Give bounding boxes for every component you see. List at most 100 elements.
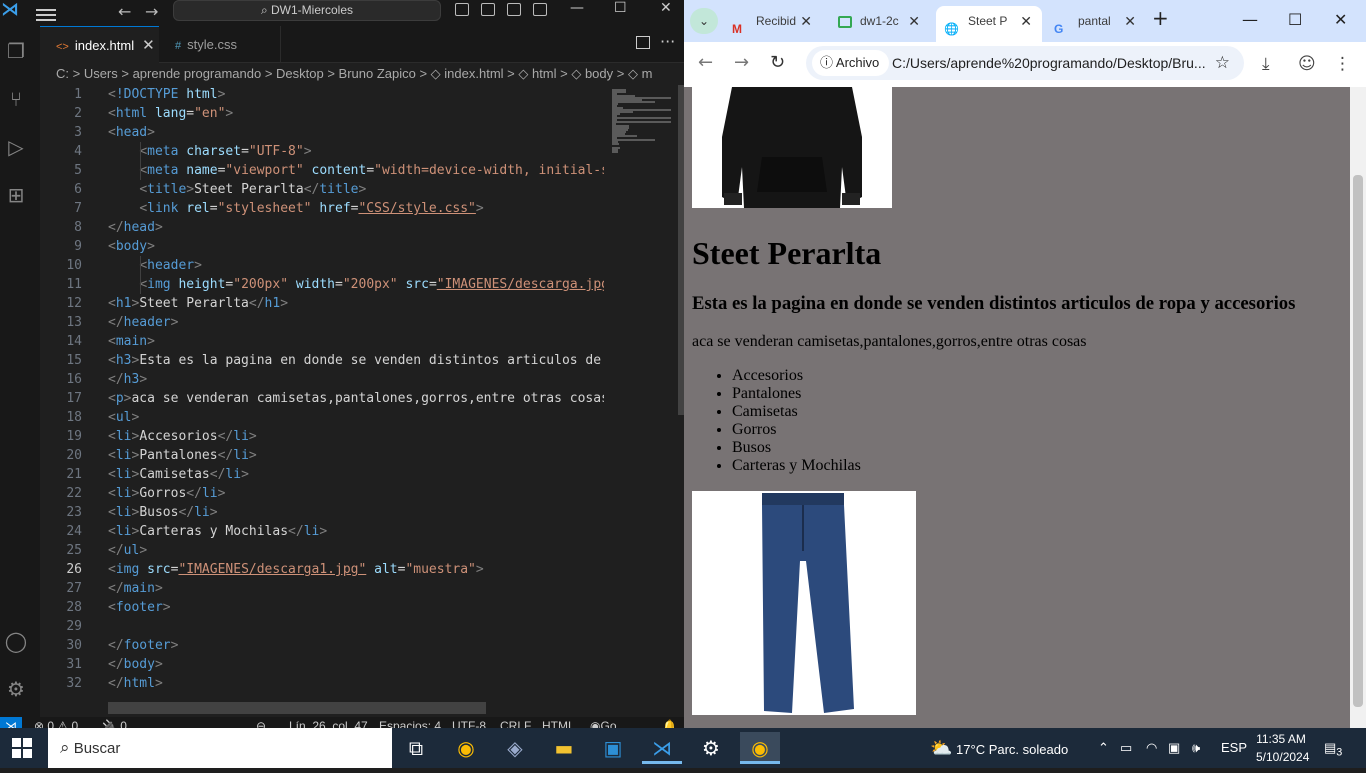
- chrome-tab-google[interactable]: Gpantal ✕: [1046, 6, 1146, 36]
- toggle-secondary-sidebar-icon[interactable]: [507, 3, 521, 16]
- chrome-tab-steet[interactable]: 🌐 Steet P ✕: [936, 6, 1042, 42]
- chrome-menu-icon[interactable]: ⋮: [1334, 54, 1351, 74]
- cursor-position[interactable]: Lín. 26, col. 47: [289, 717, 368, 728]
- remote-indicator-icon[interactable]: ⋊: [0, 717, 22, 728]
- control-panel-icon[interactable]: ▣: [593, 732, 633, 764]
- code-line[interactable]: 24 <li>Carteras y Mochilas</li>: [40, 522, 604, 541]
- taskbar-search[interactable]: ⌕ Buscar: [48, 728, 392, 768]
- code-line[interactable]: 29: [40, 617, 604, 636]
- toggle-panel-icon[interactable]: [481, 3, 495, 16]
- close-icon[interactable]: ✕: [660, 0, 672, 16]
- language-mode[interactable]: HTML: [542, 717, 575, 728]
- code-line[interactable]: 15 <h3>Esta es la pagina en donde se vend…: [40, 351, 604, 370]
- code-line[interactable]: 9 <body>: [40, 237, 604, 256]
- close-tab-icon[interactable]: ✕: [1124, 6, 1136, 36]
- code-line[interactable]: 11 <img height="200px" width="200px" src…: [40, 275, 604, 294]
- back-arrow-icon[interactable]: ←: [698, 52, 713, 73]
- wifi-icon[interactable]: ◠: [1146, 728, 1157, 768]
- code-line[interactable]: 20 <li>Pantalones</li>: [40, 446, 604, 465]
- close-tab-icon[interactable]: ✕: [1020, 6, 1032, 36]
- tab-search-chevron-icon[interactable]: ⌄: [690, 8, 718, 34]
- page-scroll-thumb[interactable]: [1353, 175, 1363, 707]
- problems-count[interactable]: ⊗ 0 ⚠ 0: [34, 717, 78, 728]
- app-taskbar-icon[interactable]: ◈: [495, 732, 535, 764]
- network-icon[interactable]: ▣: [1168, 728, 1180, 768]
- maximize-icon[interactable]: ☐: [1288, 10, 1302, 29]
- close-icon[interactable]: ✕: [1334, 10, 1347, 29]
- tab-index-html[interactable]: <> index.html ✕: [40, 26, 159, 63]
- code-line[interactable]: 14 <main>: [40, 332, 604, 351]
- chrome-running-taskbar-icon[interactable]: ◉: [740, 732, 780, 764]
- code-line[interactable]: 17 <p>aca se venderan camisetas,pantalone…: [40, 389, 604, 408]
- tray-chevron-icon[interactable]: ⌃: [1098, 728, 1109, 768]
- code-line[interactable]: 16 </h3>: [40, 370, 604, 389]
- battery-icon[interactable]: ▭: [1120, 728, 1132, 768]
- volume-icon[interactable]: 🕪: [1192, 728, 1200, 768]
- code-line[interactable]: 26 <img src="IMAGENES/descarga1.jpg" alt=…: [40, 560, 604, 579]
- vscode-taskbar-icon[interactable]: ⋊: [642, 732, 682, 764]
- code-line[interactable]: 31 </body>: [40, 655, 604, 674]
- weather-widget[interactable]: ⛅ 17°C Parc. soleado: [930, 728, 1068, 768]
- site-info-chip[interactable]: ⓘ Archivo: [812, 50, 890, 76]
- forward-arrow-icon[interactable]: →: [734, 52, 749, 73]
- split-editor-icon[interactable]: [636, 36, 650, 49]
- code-line[interactable]: 25 </ul>: [40, 541, 604, 560]
- more-actions-icon[interactable]: ···: [660, 32, 675, 51]
- code-line[interactable]: 19 <li>Accesorios</li>: [40, 427, 604, 446]
- language-indicator[interactable]: ESP: [1221, 728, 1247, 768]
- chrome-tab-gmail[interactable]: M Recibid ✕: [724, 6, 822, 36]
- download-icon[interactable]: ⤓: [1262, 54, 1270, 74]
- indentation[interactable]: Espacios: 4: [379, 717, 441, 728]
- encoding[interactable]: UTF-8: [452, 717, 486, 728]
- run-debug-icon[interactable]: ▷: [4, 135, 28, 159]
- url-text[interactable]: C:/Users/aprende%20programando/Desktop/B…: [892, 46, 1212, 80]
- clock[interactable]: 11:35 AM 5/10/2024: [1256, 730, 1309, 766]
- customize-layout-icon[interactable]: [533, 3, 547, 16]
- minimap[interactable]: [604, 85, 678, 702]
- code-line[interactable]: 5 <meta name="viewport" content="width=d…: [40, 161, 604, 180]
- back-arrow-icon[interactable]: ←: [118, 2, 131, 21]
- code-line[interactable]: 2 <html lang="en">: [40, 104, 604, 123]
- maximize-icon[interactable]: ☐: [614, 0, 627, 16]
- code-line[interactable]: 8 </head>: [40, 218, 604, 237]
- windows-start-icon[interactable]: [12, 738, 32, 758]
- settings-gear-icon[interactable]: ⚙: [4, 677, 28, 701]
- notification-center-icon[interactable]: ▤3: [1324, 728, 1342, 773]
- chrome-tab-classroom[interactable]: dw1-2c ✕: [830, 6, 930, 36]
- code-line[interactable]: 22 <li>Gorros</li>: [40, 484, 604, 503]
- code-line[interactable]: 4 <meta charset="UTF-8">: [40, 142, 604, 161]
- code-line[interactable]: 1 <!DOCTYPE html>: [40, 85, 604, 104]
- code-line[interactable]: 27 </main>: [40, 579, 604, 598]
- code-line[interactable]: 13 </header>: [40, 313, 604, 332]
- code-line[interactable]: 28 <footer>: [40, 598, 604, 617]
- go-live-button[interactable]: ◉ Go Live: [590, 717, 617, 728]
- code-line[interactable]: 30 </footer>: [40, 636, 604, 655]
- code-line[interactable]: 32 </html>: [40, 674, 604, 693]
- code-line[interactable]: 21 <li>Camisetas</li>: [40, 465, 604, 484]
- reload-icon[interactable]: ↻: [770, 52, 785, 73]
- new-tab-icon[interactable]: +: [1152, 6, 1169, 30]
- code-line[interactable]: 23 <li>Busos</li>: [40, 503, 604, 522]
- code-line[interactable]: 6 <title>Steet Perarlta</title>: [40, 180, 604, 199]
- tab-style-css[interactable]: # style.css: [159, 26, 281, 63]
- forward-arrow-icon[interactable]: →: [145, 2, 158, 21]
- code-line[interactable]: 12 <h1>Steet Perarlta</h1>: [40, 294, 604, 313]
- task-view-icon[interactable]: ⧉: [396, 732, 436, 764]
- toggle-primary-sidebar-icon[interactable]: [455, 3, 469, 16]
- command-center-search[interactable]: ⌕ DW1-Miercoles: [173, 0, 441, 21]
- editor-horizontal-scrollbar[interactable]: [108, 702, 486, 714]
- code-editor[interactable]: 1 <!DOCTYPE html> 2 <html lang="en"> 3 <head>…: [40, 85, 604, 702]
- line-ending[interactable]: CRLF: [500, 717, 531, 728]
- close-tab-icon[interactable]: ✕: [142, 37, 155, 54]
- settings-taskbar-icon[interactable]: ⚙: [691, 732, 731, 764]
- ports-count[interactable]: 🔌 0: [102, 717, 127, 728]
- explorer-icon[interactable]: ❐: [4, 39, 28, 63]
- minimize-icon[interactable]: —: [570, 0, 584, 16]
- code-line[interactable]: 7 <link rel="stylesheet" href="CSS/style…: [40, 199, 604, 218]
- close-tab-icon[interactable]: ✕: [908, 6, 920, 36]
- zoom-icon[interactable]: ⊖: [256, 717, 266, 728]
- code-line[interactable]: 18 <ul>: [40, 408, 604, 427]
- file-explorer-icon[interactable]: ▬: [544, 732, 584, 764]
- notifications-bell-icon[interactable]: 🔔: [662, 717, 677, 728]
- extensions-icon[interactable]: ⊞: [4, 183, 28, 207]
